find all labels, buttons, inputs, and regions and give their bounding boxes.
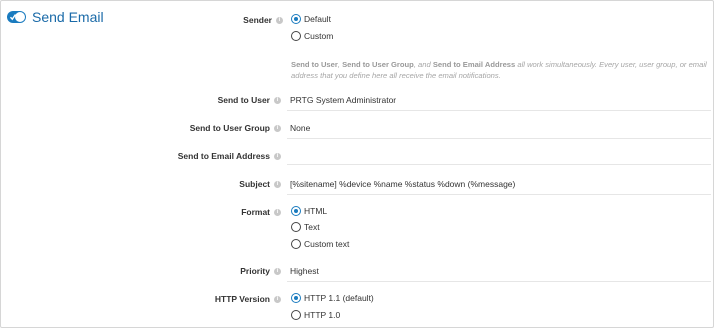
radio-button[interactable]: [291, 310, 301, 320]
radio-button-checked[interactable]: [291, 293, 301, 303]
send-to-email-input[interactable]: [287, 143, 711, 165]
http-version-option-1-1[interactable]: HTTP 1.1 (default): [291, 293, 374, 303]
send-email-panel: Send Email Sender i Default Custom Send t…: [0, 0, 714, 328]
radio-button[interactable]: [291, 239, 301, 249]
format-option-text[interactable]: Text: [291, 222, 320, 232]
radio-button-checked[interactable]: [291, 14, 301, 24]
radio-button[interactable]: [291, 222, 301, 232]
http-version-label: HTTP Version i: [215, 293, 281, 305]
help-icon[interactable]: i: [274, 267, 281, 275]
send-to-user-group-label: Send to User Group i: [190, 122, 281, 134]
recipients-note: Send to User, Send to User Group, and Se…: [291, 60, 707, 80]
sender-option-custom[interactable]: Custom: [291, 31, 333, 41]
section-title: Send Email: [32, 9, 104, 25]
send-to-email-label: Send to Email Address i: [178, 150, 281, 162]
radio-button[interactable]: [291, 31, 301, 41]
radio-button-checked[interactable]: [291, 206, 301, 216]
priority-label: Priority i: [240, 265, 281, 277]
send-email-toggle[interactable]: [7, 11, 26, 23]
format-option-custom-text[interactable]: Custom text: [291, 239, 349, 249]
format-label: Format i: [241, 206, 281, 218]
help-icon[interactable]: i: [276, 16, 283, 24]
http-version-option-1-0[interactable]: HTTP 1.0: [291, 310, 340, 320]
send-to-user-group-select[interactable]: None: [287, 117, 711, 139]
help-icon[interactable]: i: [274, 180, 281, 188]
format-option-html[interactable]: HTML: [291, 206, 327, 216]
help-icon[interactable]: i: [274, 295, 281, 303]
help-icon[interactable]: i: [274, 124, 281, 132]
help-icon[interactable]: i: [274, 96, 281, 104]
help-icon[interactable]: i: [274, 208, 281, 216]
sender-option-default[interactable]: Default: [291, 14, 331, 24]
priority-select[interactable]: Highest: [287, 260, 711, 282]
send-to-user-select[interactable]: PRTG System Administrator: [287, 89, 711, 111]
help-icon[interactable]: i: [274, 152, 281, 160]
subject-label: Subject i: [239, 178, 281, 190]
subject-input[interactable]: [%sitename] %device %name %status %down …: [287, 173, 711, 195]
sender-label: Sender i: [243, 14, 283, 26]
section-header: Send Email: [7, 8, 104, 26]
send-to-user-label: Send to User i: [218, 94, 281, 106]
toggle-knob: [15, 12, 25, 22]
